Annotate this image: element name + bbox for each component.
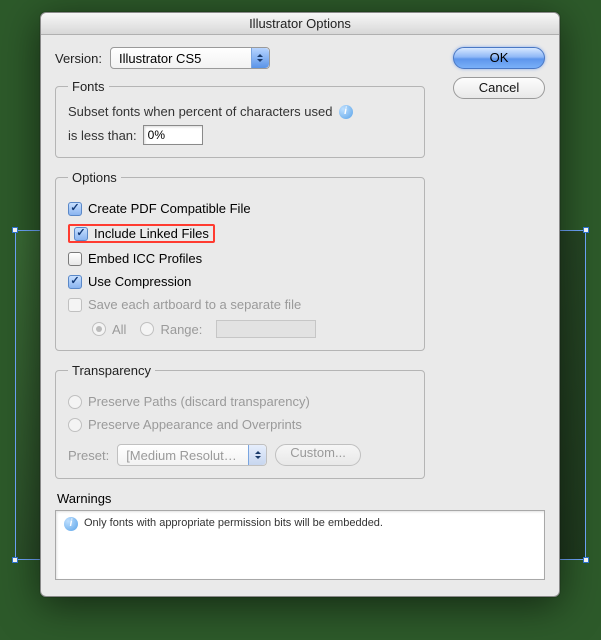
- dialog-title: Illustrator Options: [41, 13, 559, 35]
- preset-select: [Medium Resolut…: [117, 444, 267, 466]
- ok-button[interactable]: OK: [453, 47, 545, 69]
- stepper-icon: [248, 445, 266, 465]
- preset-select-value: [Medium Resolut…: [126, 448, 237, 463]
- use-compression-label: Use Compression: [88, 274, 191, 289]
- checkbox-icon: [68, 298, 82, 312]
- stepper-icon: [251, 48, 269, 68]
- cancel-button[interactable]: Cancel: [453, 77, 545, 99]
- selection-handle: [583, 557, 589, 563]
- checkbox-icon: [68, 202, 82, 216]
- radio-icon: [68, 395, 82, 409]
- options-group: Options Create PDF Compatible File Inclu…: [55, 170, 425, 351]
- selection-handle: [12, 557, 18, 563]
- options-legend: Options: [68, 170, 121, 185]
- transparency-group: Transparency Preserve Paths (discard tra…: [55, 363, 425, 479]
- create-pdf-label: Create PDF Compatible File: [88, 201, 251, 216]
- highlight-box: Include Linked Files: [68, 224, 215, 243]
- fonts-line2-label: is less than:: [68, 128, 137, 143]
- selection-handle: [12, 227, 18, 233]
- selection-handle: [583, 227, 589, 233]
- checkbox-icon: [74, 227, 88, 241]
- warnings-box: i Only fonts with appropriate permission…: [55, 510, 545, 580]
- preserve-appearance-radio-row: Preserve Appearance and Overprints: [68, 415, 412, 434]
- illustrator-options-dialog: Illustrator Options OK Cancel Version: I…: [40, 12, 560, 597]
- include-linked-label: Include Linked Files: [94, 226, 209, 241]
- fonts-group: Fonts Subset fonts when percent of chara…: [55, 79, 425, 158]
- embed-icc-label: Embed ICC Profiles: [88, 251, 202, 266]
- radio-icon: [92, 322, 106, 336]
- save-each-artboard-label: Save each artboard to a separate file: [88, 297, 301, 312]
- artboard-range-input: [216, 320, 316, 338]
- fonts-legend: Fonts: [68, 79, 109, 94]
- warnings-text: Only fonts with appropriate permission b…: [84, 517, 383, 529]
- use-compression-checkbox-row[interactable]: Use Compression: [68, 272, 412, 291]
- artboard-all-radio: All: [92, 322, 126, 337]
- info-icon: i: [339, 105, 353, 119]
- radio-icon: [68, 418, 82, 432]
- transparency-legend: Transparency: [68, 363, 155, 378]
- preserve-paths-label: Preserve Paths (discard transparency): [88, 394, 310, 409]
- fonts-line1: Subset fonts when percent of characters …: [68, 104, 333, 119]
- save-each-artboard-checkbox-row: Save each artboard to a separate file: [68, 295, 412, 314]
- radio-icon: [140, 322, 154, 336]
- checkbox-icon: [68, 252, 82, 266]
- version-select-value: Illustrator CS5: [119, 51, 201, 66]
- preserve-appearance-label: Preserve Appearance and Overprints: [88, 417, 302, 432]
- artboard-all-label: All: [112, 322, 126, 337]
- preset-label: Preset:: [68, 448, 109, 463]
- include-linked-checkbox-row[interactable]: Include Linked Files: [68, 222, 412, 245]
- warnings-label: Warnings: [57, 491, 545, 506]
- artboard-range-label: Range:: [160, 322, 202, 337]
- version-label: Version:: [55, 51, 102, 66]
- subset-percent-input[interactable]: [143, 125, 203, 145]
- embed-icc-checkbox-row[interactable]: Embed ICC Profiles: [68, 249, 412, 268]
- create-pdf-checkbox-row[interactable]: Create PDF Compatible File: [68, 199, 412, 218]
- checkbox-icon: [68, 275, 82, 289]
- preserve-paths-radio-row: Preserve Paths (discard transparency): [68, 392, 412, 411]
- info-icon: i: [64, 517, 78, 531]
- custom-button: Custom...: [275, 444, 361, 466]
- version-select[interactable]: Illustrator CS5: [110, 47, 270, 69]
- artboard-range-radio: Range:: [140, 322, 202, 337]
